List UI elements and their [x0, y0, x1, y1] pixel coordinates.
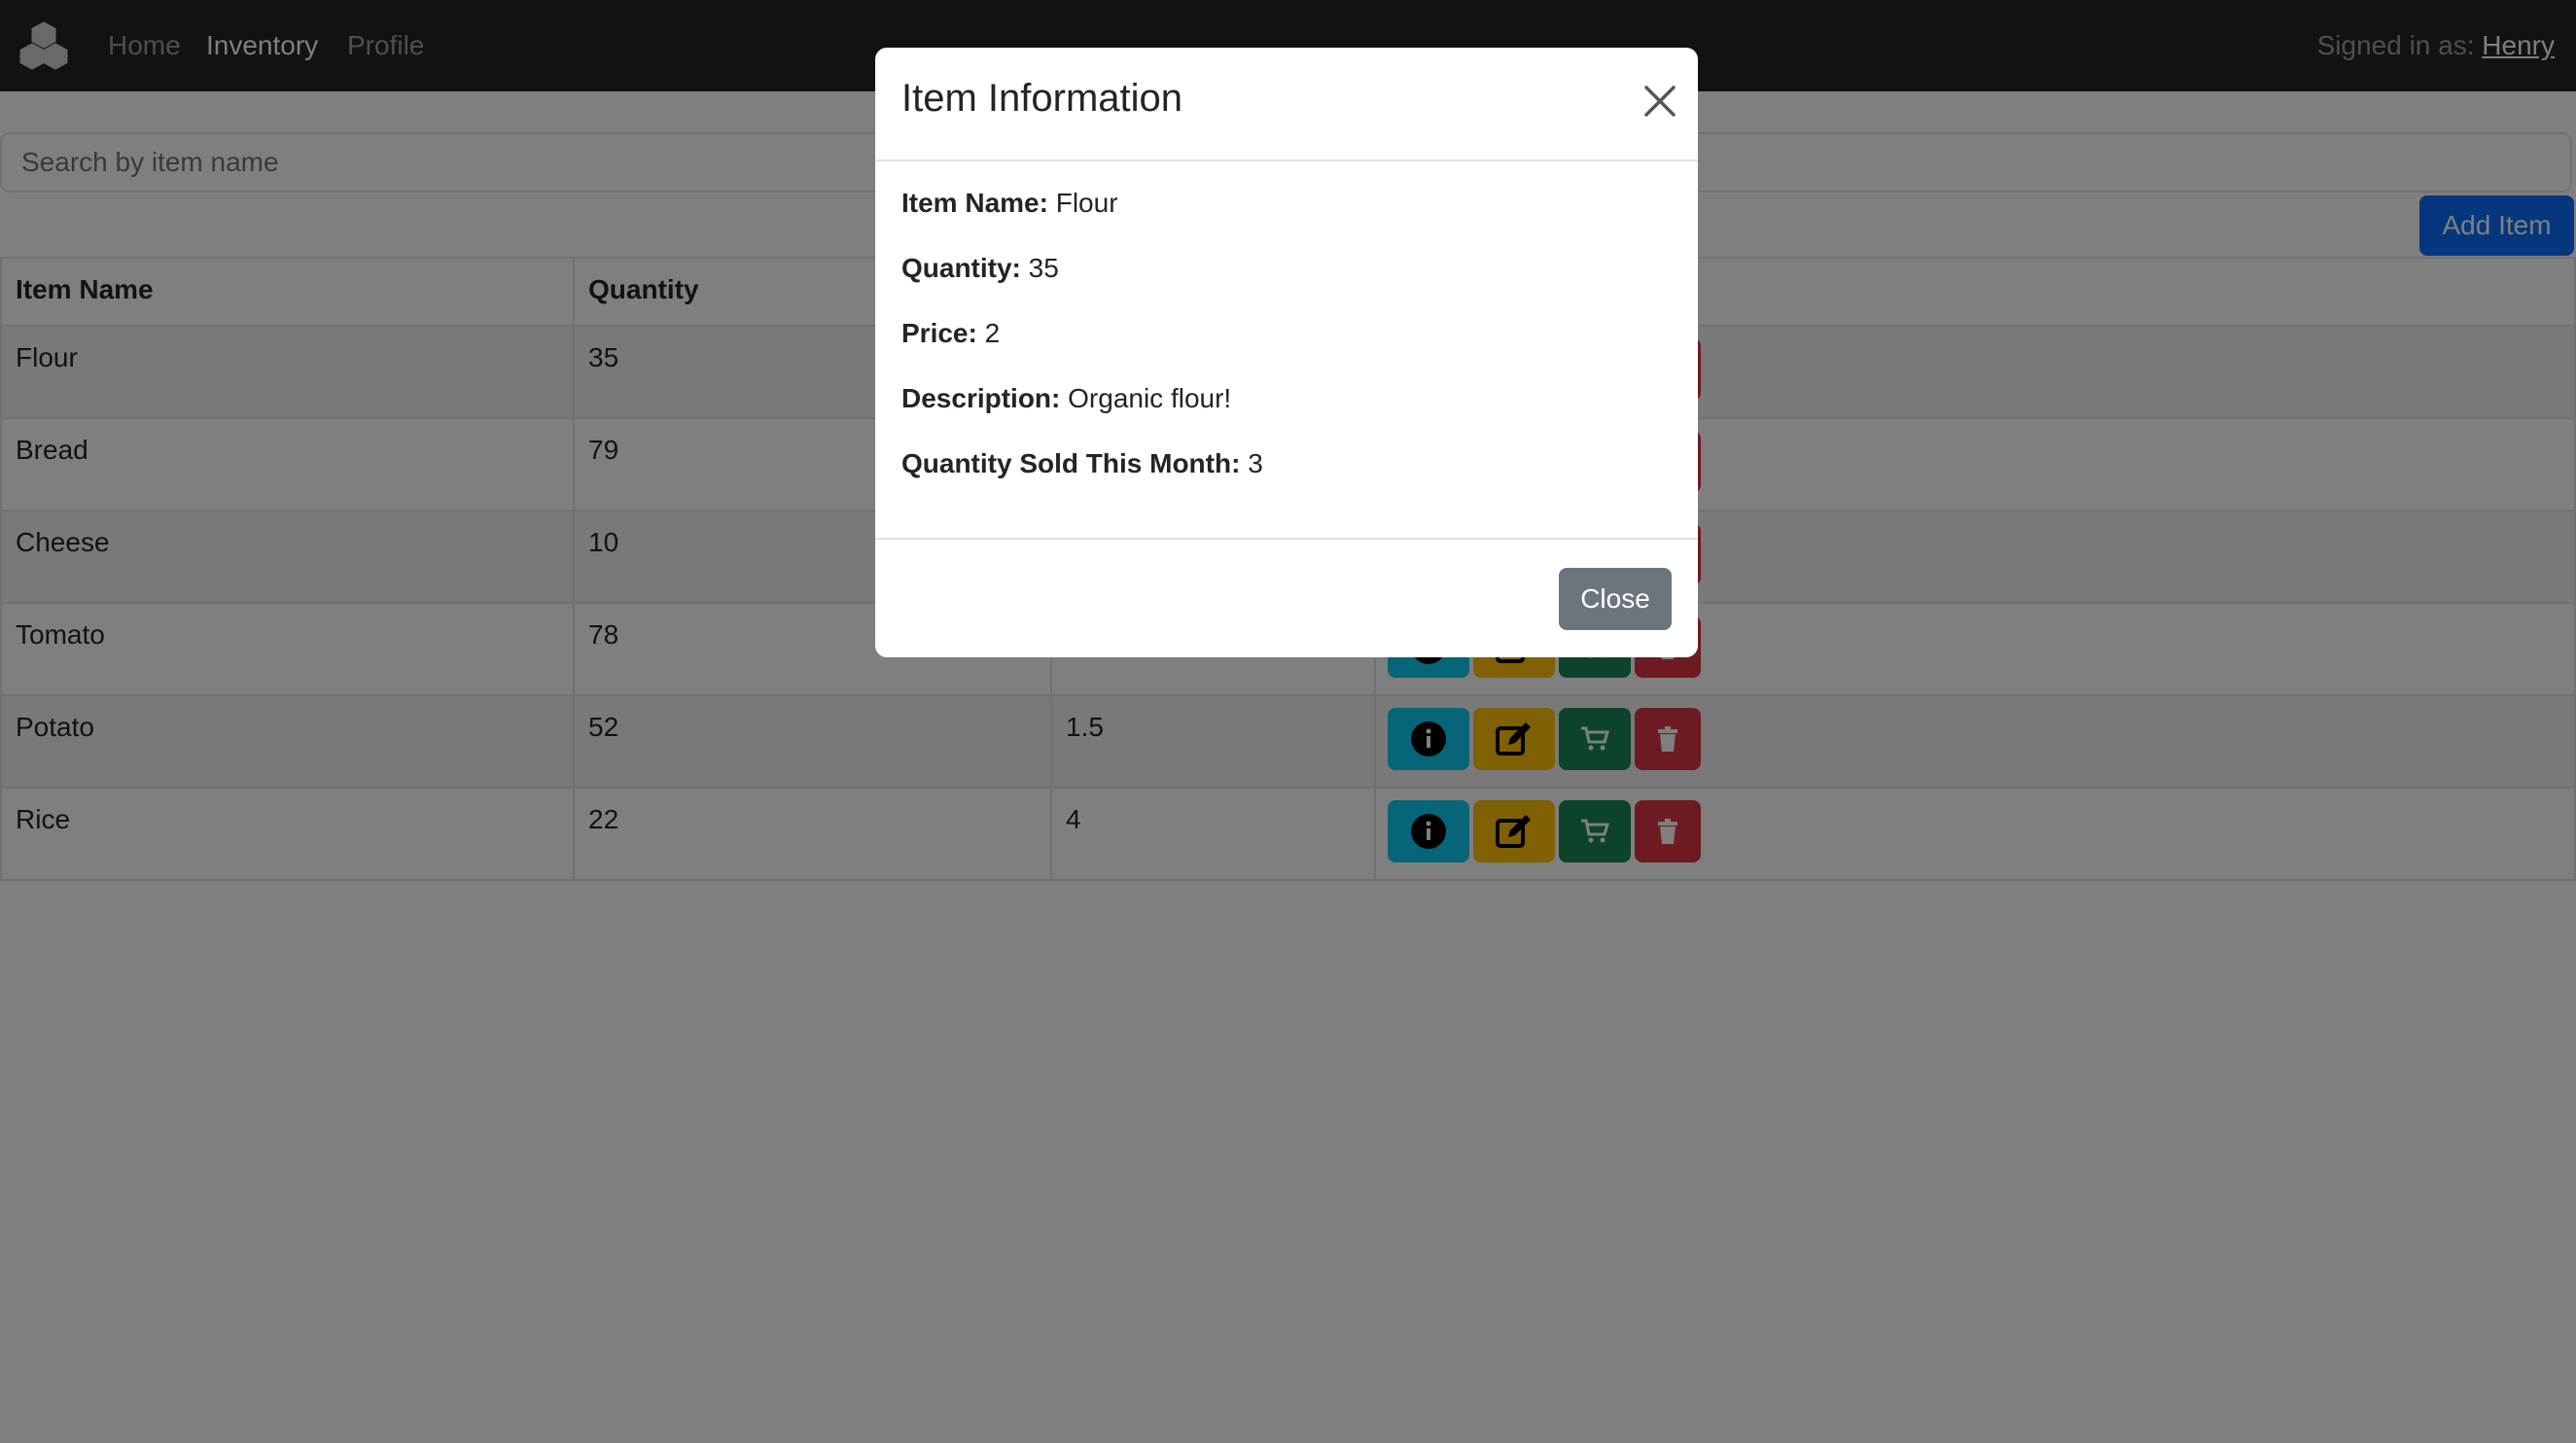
field-value: 3: [1248, 448, 1263, 478]
item-info-modal: Item Information Item Name: Flour Quanti…: [875, 48, 1698, 657]
field-label: Price:: [901, 318, 977, 348]
field-label: Quantity:: [901, 253, 1021, 283]
field-description: Description: Organic flour!: [901, 380, 1672, 416]
field-price: Price: 2: [901, 315, 1672, 351]
field-quantity: Quantity: 35: [901, 250, 1672, 286]
field-quantity-sold: Quantity Sold This Month: 3: [901, 445, 1672, 481]
close-icon[interactable]: [1643, 85, 1676, 118]
field-label: Description:: [901, 383, 1061, 413]
modal-title: Item Information: [901, 77, 1183, 120]
field-value: Organic flour!: [1068, 383, 1232, 413]
field-label: Quantity Sold This Month:: [901, 448, 1241, 478]
field-label: Item Name:: [901, 188, 1048, 218]
field-value: 2: [984, 318, 1001, 348]
field-item-name: Item Name: Flour: [901, 185, 1672, 221]
field-value: 35: [1028, 253, 1059, 283]
modal-body: Item Name: Flour Quantity: 35 Price: 2 D…: [875, 161, 1698, 540]
field-value: Flour: [1055, 188, 1118, 218]
close-button[interactable]: Close: [1559, 568, 1672, 630]
modal-header: Item Information: [875, 48, 1698, 161]
